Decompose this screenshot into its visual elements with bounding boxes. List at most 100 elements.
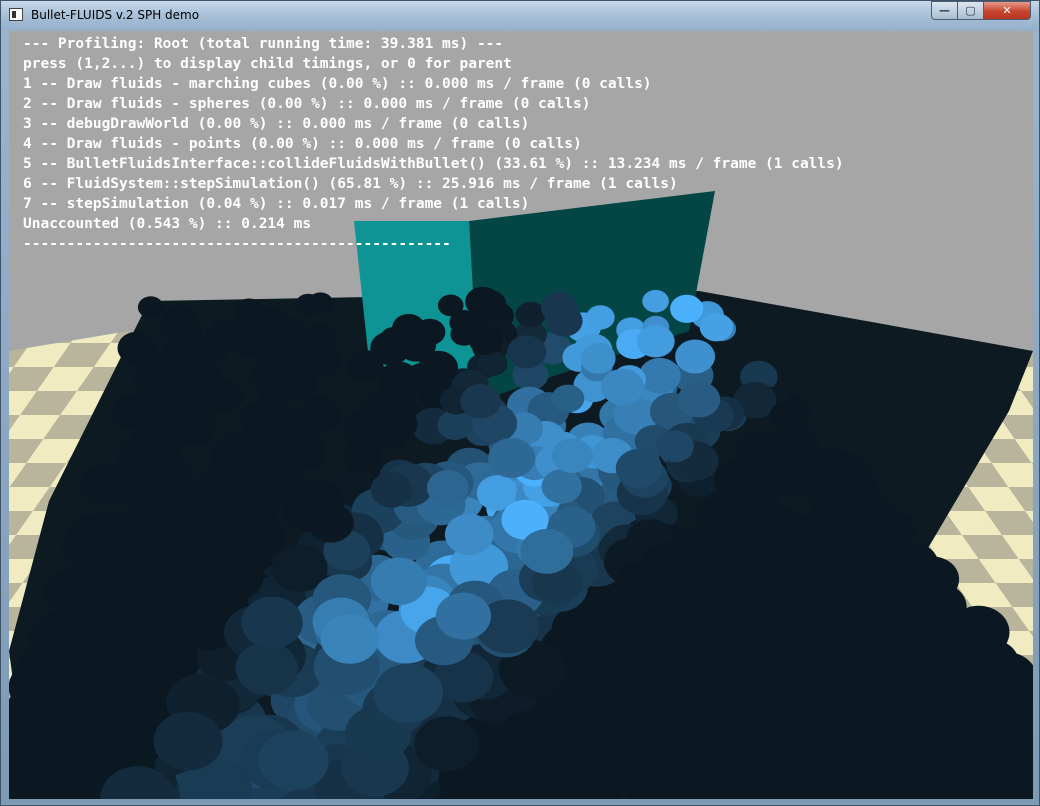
- fluid-particle: [834, 496, 886, 541]
- fluid-particle: [210, 482, 258, 523]
- profiler-line: 3 -- debugDrawWorld (0.00 %) :: 0.000 ms…: [23, 116, 530, 132]
- fluid-particle: [277, 364, 317, 398]
- fluid-particle: [796, 722, 863, 779]
- fluid-particle: [469, 326, 503, 356]
- fluid-particle: [237, 328, 268, 355]
- fluid-particle: [258, 730, 329, 791]
- fluid-particle: [437, 410, 473, 440]
- fluid-particle: [507, 335, 547, 369]
- profiler-line: 2 -- Draw fluids - spheres (0.00 %) :: 0…: [23, 96, 591, 112]
- fluid-particle: [370, 472, 413, 508]
- fluid-particle: [298, 396, 341, 433]
- fluid-particle: [822, 452, 873, 496]
- fluid-particle: [769, 401, 805, 431]
- fluid-particle: [373, 663, 443, 723]
- fluid-particle: [520, 529, 574, 574]
- fluid-particle: [675, 339, 716, 374]
- fluid-particle: [551, 384, 585, 413]
- fluid-particle: [586, 305, 615, 330]
- application-window: Bullet-FLUIDS v.2 SPH demo — ▢ ✕ --- Pro…: [0, 0, 1040, 806]
- fluid-particle: [636, 325, 675, 358]
- app-icon[interactable]: [9, 8, 23, 21]
- profiler-line: 4 -- Draw fluids - points (0.00 %) :: 0.…: [23, 136, 582, 152]
- fluid-particle: [615, 448, 663, 489]
- fluid-particle: [241, 596, 303, 649]
- fluid-particle: [307, 292, 334, 315]
- fluid-particle: [344, 439, 383, 472]
- fluid-particle: [444, 513, 494, 556]
- window-title: Bullet-FLUIDS v.2 SPH demo: [31, 8, 200, 22]
- fluid-particle: [370, 331, 411, 366]
- fluid-particle: [639, 651, 699, 703]
- fluid-particle: [80, 463, 130, 506]
- fluid-particle: [204, 551, 264, 602]
- minimize-button[interactable]: —: [931, 1, 958, 20]
- fluid-particle: [96, 668, 156, 720]
- fluid-particle: [304, 323, 338, 352]
- fluid-particle: [699, 313, 734, 342]
- fluid-particle: [235, 642, 298, 695]
- fluid-particle: [359, 392, 401, 427]
- fluid-particle: [15, 686, 77, 738]
- title-bar[interactable]: Bullet-FLUIDS v.2 SPH demo — ▢ ✕: [1, 1, 1039, 31]
- fluid-particle: [580, 343, 616, 374]
- fluid-particle: [652, 600, 711, 651]
- fluid-particle: [912, 740, 982, 799]
- fluid-particle: [320, 614, 379, 664]
- profiler-line: 1 -- Draw fluids - marching cubes (0.00 …: [23, 76, 652, 92]
- fluid-particle: [185, 371, 225, 405]
- fluid-particle: [580, 615, 636, 663]
- fluid-particle: [118, 436, 165, 476]
- fluid-particle: [642, 289, 669, 313]
- fluid-particle: [685, 546, 735, 588]
- fluid-particle: [545, 305, 583, 337]
- fluid-particle: [255, 458, 305, 502]
- profiler-line: press (1,2...) to display child timings,…: [23, 56, 512, 72]
- fluid-particle: [781, 660, 843, 712]
- render-viewport[interactable]: --- Profiling: Root (total running time:…: [9, 31, 1033, 799]
- fluid-particle: [211, 318, 240, 343]
- fluid-particle: [370, 557, 427, 606]
- fluid-particle: [885, 610, 944, 661]
- fluid-particle: [677, 381, 721, 418]
- fluid-particle: [414, 716, 479, 772]
- fluid-particle: [137, 296, 164, 319]
- profiler-line: ----------------------------------------…: [23, 236, 451, 252]
- fluid-particle: [153, 711, 223, 771]
- fluid-particle: [947, 605, 1010, 659]
- fluid-particle: [176, 410, 217, 445]
- fluid-particle: [210, 440, 261, 484]
- fluid-particle: [160, 341, 199, 375]
- fluid-particle: [761, 532, 819, 581]
- maximize-button[interactable]: ▢: [957, 1, 984, 20]
- profiler-line: --- Profiling: Root (total running time:…: [23, 36, 504, 52]
- fluid-particle: [426, 470, 469, 506]
- profiler-line: 7 -- stepSimulation (0.04 %) :: 0.017 ms…: [23, 196, 530, 212]
- fluid-particle: [125, 523, 179, 568]
- fluid-particle: [670, 294, 704, 323]
- fluid-particle: [601, 368, 644, 406]
- fluid-particle: [551, 438, 593, 473]
- fluid-particle: [307, 503, 354, 543]
- fluid-particle: [907, 572, 958, 615]
- fluid-particle: [460, 384, 501, 419]
- fluid-particle: [233, 298, 265, 325]
- fluid-particle: [435, 592, 491, 640]
- profiler-line: 5 -- BulletFluidsInterface::collideFluid…: [23, 156, 844, 172]
- profiler-overlay: --- Profiling: Root (total running time:…: [23, 34, 844, 254]
- fluid-particle: [83, 511, 132, 553]
- fluid-particle: [418, 350, 458, 385]
- fluid-particle: [541, 469, 582, 504]
- close-button[interactable]: ✕: [983, 1, 1031, 20]
- fluid-particle: [89, 559, 141, 604]
- fluid-particle: [656, 430, 694, 463]
- fluid-particle: [589, 719, 656, 776]
- fluid-particle: [515, 301, 546, 328]
- profiler-line: Unaccounted (0.543 %) :: 0.214 ms: [23, 216, 312, 232]
- fluid-particle: [140, 601, 201, 653]
- window-bottom-border: [1, 799, 1039, 805]
- fluid-particle: [488, 438, 536, 478]
- profiler-line: 6 -- FluidSystem::stepSimulation() (65.8…: [23, 176, 678, 192]
- fluid-particle: [774, 446, 820, 484]
- fluid-particle: [276, 318, 307, 344]
